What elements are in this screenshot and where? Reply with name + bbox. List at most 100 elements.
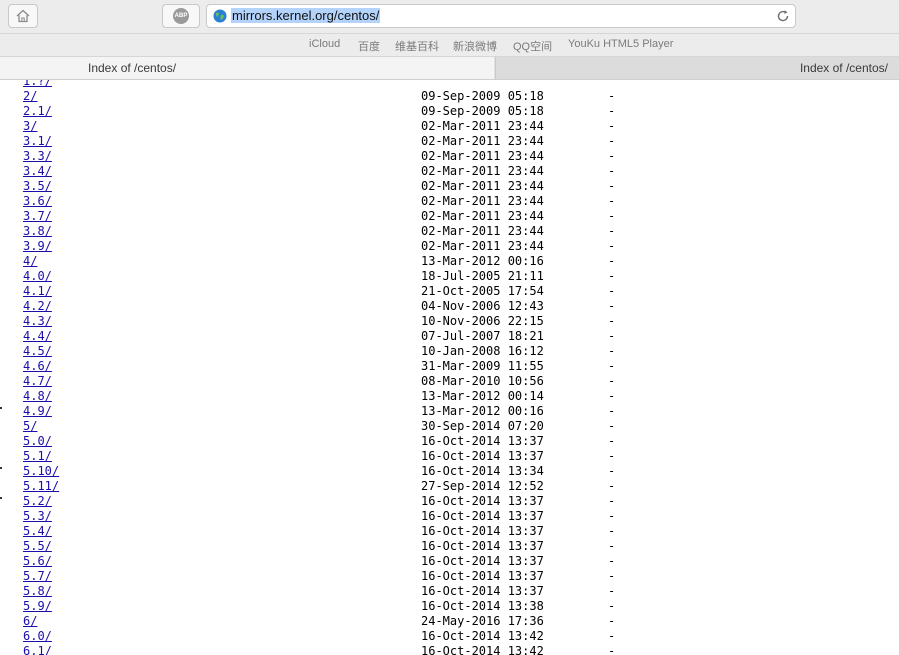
file-size: -: [608, 524, 616, 538]
file-size: -: [608, 119, 616, 133]
modified-date: 02-Mar-2011 23:44: [421, 209, 544, 223]
file-size: -: [608, 359, 616, 373]
tab-title: Index of /centos/: [88, 61, 177, 75]
directory-link[interactable]: 5.1/: [23, 449, 52, 464]
directory-link[interactable]: 3.3/: [23, 149, 52, 164]
margin-dot: [0, 467, 2, 469]
adblock-button[interactable]: ABP: [162, 4, 200, 28]
modified-date: 02-Mar-2011 23:44: [421, 194, 544, 208]
bookmark-wikipedia[interactable]: 维基百科: [395, 38, 439, 54]
file-size: -: [608, 494, 616, 508]
modified-date: 16-Oct-2014 13:37: [421, 509, 544, 523]
file-size: -: [608, 404, 616, 418]
modified-date: 16-Oct-2014 13:37: [421, 449, 544, 463]
directory-link[interactable]: 4.7/: [23, 374, 52, 389]
file-size: -: [608, 89, 616, 103]
file-size: -: [608, 464, 616, 478]
directory-link[interactable]: 2/: [23, 89, 37, 104]
modified-date: 16-Oct-2014 13:42: [421, 629, 544, 643]
home-button[interactable]: [8, 4, 38, 28]
directory-link[interactable]: 5.8/: [23, 584, 52, 599]
directory-link[interactable]: 5.2/: [23, 494, 52, 509]
directory-link[interactable]: 5.7/: [23, 569, 52, 584]
bookmark-baidu[interactable]: 百度: [358, 38, 380, 54]
modified-date: 31-Mar-2009 11:55: [421, 359, 544, 373]
file-size: -: [608, 104, 616, 118]
directory-link[interactable]: 5.10/: [23, 464, 59, 479]
modified-date: 09-Sep-2009 05:18: [421, 104, 544, 118]
directory-link[interactable]: 5.6/: [23, 554, 52, 569]
directory-link[interactable]: 5.11/: [23, 479, 59, 494]
file-size: -: [608, 179, 616, 193]
margin-dot: [0, 497, 2, 499]
directory-link[interactable]: 6/: [23, 614, 37, 629]
directory-link[interactable]: 4.6/: [23, 359, 52, 374]
modified-date: 02-Mar-2011 23:44: [421, 239, 544, 253]
modified-date: 16-Oct-2014 13:37: [421, 539, 544, 553]
modified-date: 13-Mar-2012 00:14: [421, 389, 544, 403]
modified-date: 13-Mar-2012 00:16: [421, 254, 544, 268]
file-size: -: [608, 374, 616, 388]
directory-link[interactable]: 4.0/: [23, 269, 52, 284]
directory-link[interactable]: 5.5/: [23, 539, 52, 554]
modified-date: 16-Oct-2014 13:37: [421, 524, 544, 538]
file-size: -: [608, 254, 616, 268]
modified-date: 08-Mar-2010 10:56: [421, 374, 544, 388]
bookmark-youku[interactable]: YouKu HTML5 Player: [568, 38, 673, 50]
directory-link[interactable]: 4.9/: [23, 404, 52, 419]
address-bar[interactable]: mirrors.kernel.org/centos/: [206, 4, 796, 28]
directory-link[interactable]: 4.5/: [23, 344, 52, 359]
file-size: -: [608, 194, 616, 208]
directory-link[interactable]: 3.8/: [23, 224, 52, 239]
bookmark-qzone[interactable]: QQ空间: [513, 38, 552, 54]
modified-date: 04-Nov-2006 12:43: [421, 299, 544, 313]
file-size: -: [608, 344, 616, 358]
directory-link[interactable]: 3.6/: [23, 194, 52, 209]
directory-link[interactable]: 5.4/: [23, 524, 52, 539]
file-size: -: [608, 134, 616, 148]
file-size: -: [608, 239, 616, 253]
url-text[interactable]: mirrors.kernel.org/centos/: [231, 7, 381, 24]
directory-link[interactable]: 1.?/: [23, 80, 52, 89]
tab-active[interactable]: Index of /centos/: [0, 57, 494, 79]
directory-link[interactable]: 4.3/: [23, 314, 52, 329]
directory-link[interactable]: 4.1/: [23, 284, 52, 299]
directory-link[interactable]: 4/: [23, 254, 37, 269]
directory-link[interactable]: 3.9/: [23, 239, 52, 254]
modified-date: 16-Oct-2014 13:38: [421, 599, 544, 613]
directory-link[interactable]: 3.7/: [23, 209, 52, 224]
directory-link[interactable]: 4.2/: [23, 299, 52, 314]
directory-link[interactable]: 3.5/: [23, 179, 52, 194]
file-size: -: [608, 434, 616, 448]
directory-link[interactable]: 4.4/: [23, 329, 52, 344]
reload-icon[interactable]: [775, 8, 791, 24]
directory-link[interactable]: 3/: [23, 119, 37, 134]
bookmark-weibo[interactable]: 新浪微博: [453, 38, 497, 54]
directory-link[interactable]: 3.1/: [23, 134, 52, 149]
modified-date: 02-Mar-2011 23:44: [421, 134, 544, 148]
url-value[interactable]: mirrors.kernel.org/centos/: [231, 8, 381, 23]
file-size: -: [608, 299, 616, 313]
directory-link[interactable]: 6.0/: [23, 629, 52, 644]
tab-inactive[interactable]: Index of /centos/: [495, 57, 899, 79]
file-size: -: [608, 329, 616, 343]
modified-date: 21-Oct-2005 17:54: [421, 284, 544, 298]
bookmark-icloud[interactable]: iCloud: [309, 38, 340, 50]
modified-date: 16-Oct-2014 13:37: [421, 434, 544, 448]
directory-link[interactable]: 4.8/: [23, 389, 52, 404]
directory-link[interactable]: 5.0/: [23, 434, 52, 449]
directory-link[interactable]: 5.9/: [23, 599, 52, 614]
page-content: 1.?/2/09-Sep-2009 05:18 - 2.1/09-Sep-2009 …: [0, 80, 899, 655]
directory-link[interactable]: 5.3/: [23, 509, 52, 524]
directory-link[interactable]: 2.1/: [23, 104, 52, 119]
file-size: -: [608, 269, 616, 283]
modified-date: 16-Oct-2014 13:37: [421, 584, 544, 598]
modified-date: 02-Mar-2011 23:44: [421, 224, 544, 238]
modified-date: 07-Jul-2007 18:21: [421, 329, 544, 343]
file-size: -: [608, 644, 616, 655]
globe-icon: [213, 9, 227, 23]
directory-link[interactable]: 5/: [23, 419, 37, 434]
file-size: -: [608, 569, 616, 583]
directory-link[interactable]: 6.1/: [23, 644, 52, 655]
directory-link[interactable]: 3.4/: [23, 164, 52, 179]
